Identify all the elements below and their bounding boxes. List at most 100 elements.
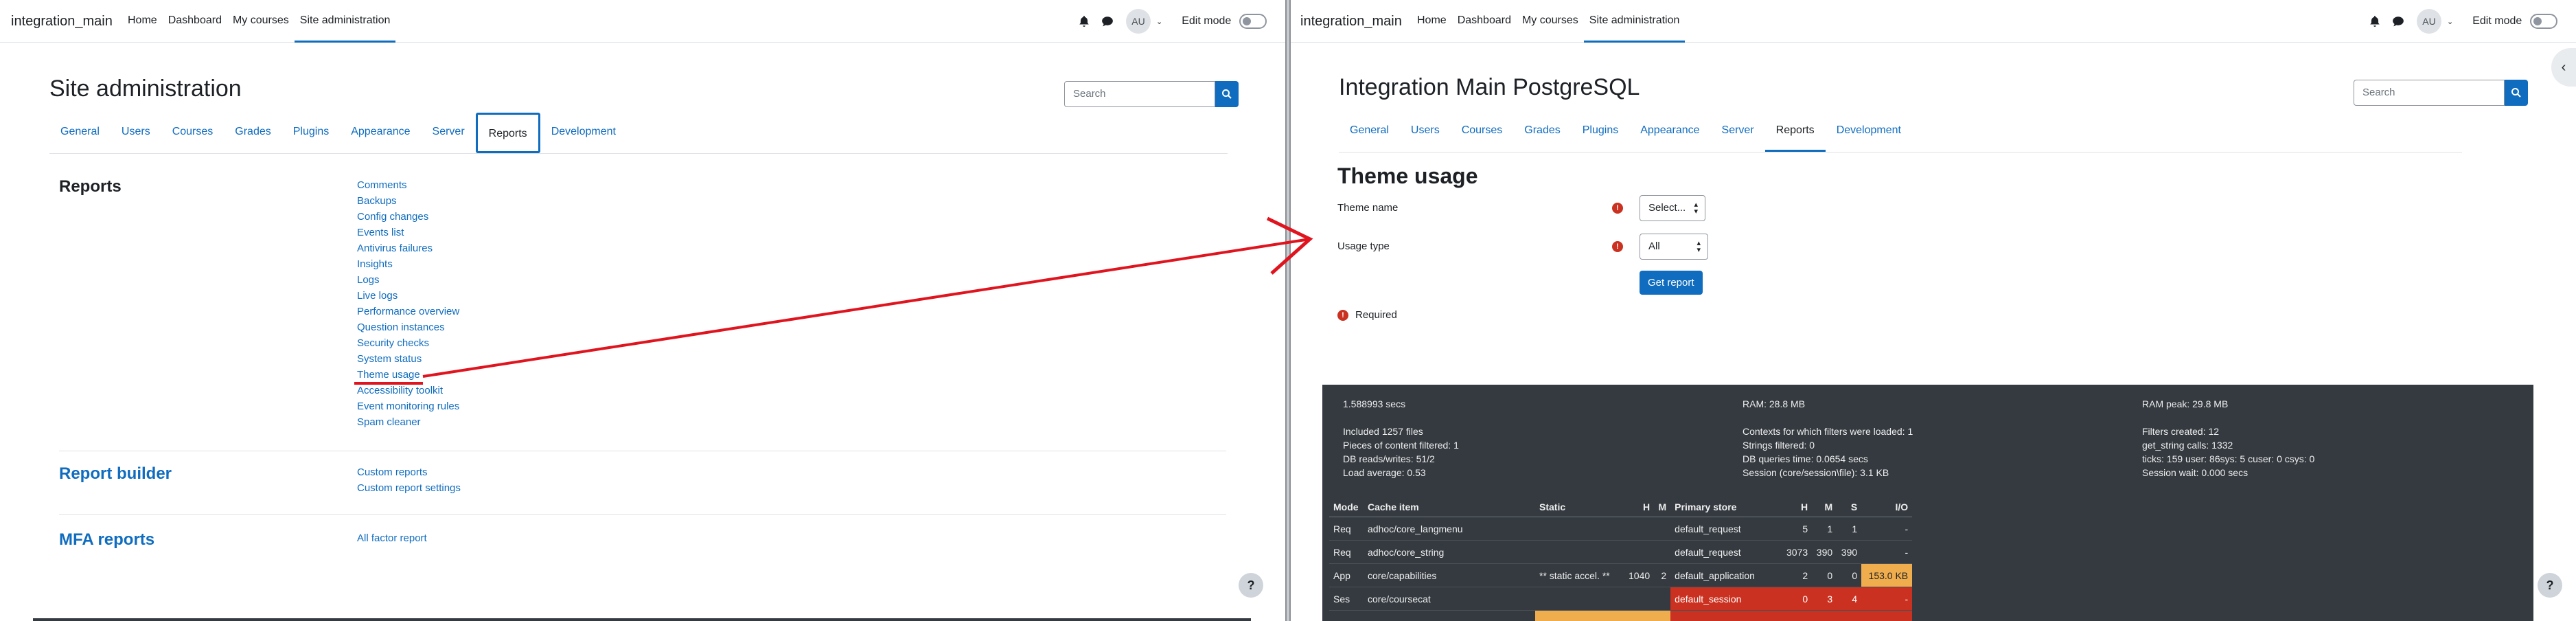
perf-time: 1.588993 secs — [1343, 398, 1406, 409]
chevron-down-icon[interactable]: ⌄ — [2447, 17, 2453, 26]
nav-home[interactable]: Home — [122, 0, 163, 43]
perf-get-string-calls: get_string calls: 1332 — [2142, 440, 2233, 451]
tab-users[interactable]: Users — [1400, 111, 1451, 152]
user-avatar[interactable]: AU — [2417, 9, 2441, 34]
perf-contexts-filters: Contexts for which filters were loaded: … — [1743, 426, 1913, 437]
link-theme-usage[interactable]: Theme usage — [357, 367, 459, 383]
search-button[interactable] — [1215, 81, 1239, 107]
link-question-instances[interactable]: Question instances — [357, 319, 459, 335]
tab-courses[interactable]: Courses — [1451, 111, 1514, 152]
cell-sets: 4 — [1837, 587, 1862, 611]
cell-misses: 390 — [1812, 540, 1837, 564]
messages-icon[interactable] — [2392, 15, 2404, 27]
required-icon: ! — [1337, 310, 1348, 321]
report-builder-link-list: Custom reports Custom report settings — [357, 464, 461, 496]
link-event-monitoring-rules[interactable]: Event monitoring rules — [357, 398, 459, 414]
tab-reports[interactable]: Reports — [1764, 111, 1826, 152]
perf-ram-peak: RAM peak: 29.8 MB — [2142, 398, 2229, 409]
messages-icon[interactable] — [1101, 15, 1114, 27]
tab-general[interactable]: General — [1339, 111, 1400, 152]
search-input[interactable]: Search — [2354, 80, 2505, 106]
search-input[interactable]: Search — [1064, 81, 1215, 107]
help-button[interactable]: ? — [1239, 573, 1263, 598]
tab-server[interactable]: Server — [1711, 111, 1765, 152]
bell-icon[interactable] — [2369, 15, 2381, 27]
search-button[interactable] — [2505, 80, 2528, 106]
link-spam-cleaner[interactable]: Spam cleaner — [357, 414, 459, 430]
link-live-logs[interactable]: Live logs — [357, 288, 459, 304]
tab-appearance[interactable]: Appearance — [340, 113, 421, 153]
cell-sets: 390 — [1837, 540, 1862, 564]
link-system-status[interactable]: System status — [357, 351, 459, 367]
cell-io: - — [1861, 517, 1913, 541]
nav-dashboard[interactable]: Dashboard — [163, 0, 227, 43]
cell-primary-store: default_request — [1670, 517, 1782, 541]
link-insights[interactable]: Insights — [357, 256, 459, 272]
edit-mode-toggle[interactable] — [1239, 14, 1267, 29]
user-avatar[interactable]: AU — [1126, 9, 1151, 34]
drawer-toggle-button[interactable]: ‹ — [2551, 48, 2576, 87]
edit-mode-label: Edit mode — [1182, 15, 1232, 27]
link-all-factor-report[interactable]: All factor report — [357, 530, 427, 546]
link-accessibility-toolkit[interactable]: Accessibility toolkit — [357, 383, 459, 398]
col-primary-store: Primary store — [1670, 497, 1782, 517]
cell-hits: 0 — [1782, 587, 1813, 611]
nav-site-administration[interactable]: Site administration — [1583, 0, 1686, 43]
section-title-report-builder[interactable]: Report builder — [59, 464, 172, 484]
get-report-button[interactable]: Get report — [1640, 271, 1703, 295]
site-brand[interactable]: integration_main — [1300, 14, 1402, 30]
tab-grades[interactable]: Grades — [224, 113, 281, 153]
cell-io: 153.0 KB — [1861, 563, 1913, 587]
link-comments[interactable]: Comments — [357, 177, 459, 193]
tab-grades[interactable]: Grades — [1513, 111, 1571, 152]
bell-icon[interactable] — [1078, 15, 1090, 27]
link-backups[interactable]: Backups — [357, 193, 459, 209]
link-security-checks[interactable]: Security checks — [357, 335, 459, 351]
link-logs[interactable]: Logs — [357, 272, 459, 288]
tab-server[interactable]: Server — [422, 113, 476, 153]
help-button[interactable]: ? — [2538, 573, 2562, 598]
perf-db-query-time: DB queries time: 0.0654 secs — [1743, 453, 1868, 464]
perf-session-wait: Session wait: 0.000 secs — [2142, 467, 2249, 478]
tab-general[interactable]: General — [49, 113, 111, 153]
link-antivirus-failures[interactable]: Antivirus failures — [357, 240, 459, 256]
left-pane: integration_main Home Dashboard My cours… — [0, 0, 1285, 621]
link-custom-report-settings[interactable]: Custom report settings — [357, 480, 461, 496]
nav-site-administration[interactable]: Site administration — [294, 0, 396, 43]
section-title-mfa-reports[interactable]: MFA reports — [59, 530, 154, 550]
tab-plugins[interactable]: Plugins — [1572, 111, 1629, 152]
chevron-down-icon[interactable]: ⌄ — [1156, 17, 1162, 26]
edit-mode-toggle[interactable] — [2530, 14, 2558, 29]
tab-appearance[interactable]: Appearance — [1629, 111, 1710, 152]
select-caret-icon: ▴ ▾ — [1697, 239, 1701, 254]
cell-mode: App — [1329, 563, 1364, 587]
tab-development[interactable]: Development — [1826, 111, 1912, 152]
cell-cache-item: core/coursecat — [1364, 587, 1535, 611]
table-row — [1329, 610, 1913, 621]
tab-development[interactable]: Development — [540, 113, 627, 153]
performance-info-footer: 1.588993 secs Included 1257 files Pieces… — [1322, 385, 2533, 621]
table-row: Req adhoc/core_langmenu default_request … — [1329, 517, 1913, 541]
cell-static-hits — [1624, 540, 1655, 564]
link-config-changes[interactable]: Config changes — [357, 209, 459, 225]
tab-plugins[interactable]: Plugins — [282, 113, 340, 153]
nav-dashboard[interactable]: Dashboard — [1452, 0, 1517, 43]
cell-static-hits — [1624, 587, 1655, 611]
col-mode: Mode — [1329, 497, 1364, 517]
theme-name-select[interactable]: Select... ▴ ▾ — [1640, 195, 1705, 221]
nav-my-courses[interactable]: My courses — [227, 0, 295, 43]
link-events-list[interactable]: Events list — [357, 225, 459, 240]
nav-home[interactable]: Home — [1412, 0, 1452, 43]
tab-reports[interactable]: Reports — [475, 113, 540, 153]
link-performance-overview[interactable]: Performance overview — [357, 304, 459, 319]
search-icon — [1222, 89, 1232, 99]
link-custom-reports[interactable]: Custom reports — [357, 464, 461, 480]
col-static-misses: M — [1654, 497, 1671, 517]
user-nav: AU ⌄ Edit mode — [1078, 0, 1267, 43]
select-caret-icon: ▴ ▾ — [1694, 201, 1698, 216]
tab-users[interactable]: Users — [111, 113, 161, 153]
nav-my-courses[interactable]: My courses — [1517, 0, 1584, 43]
tab-courses[interactable]: Courses — [161, 113, 225, 153]
site-brand[interactable]: integration_main — [11, 14, 113, 30]
usage-type-select[interactable]: All ▴ ▾ — [1640, 234, 1708, 260]
